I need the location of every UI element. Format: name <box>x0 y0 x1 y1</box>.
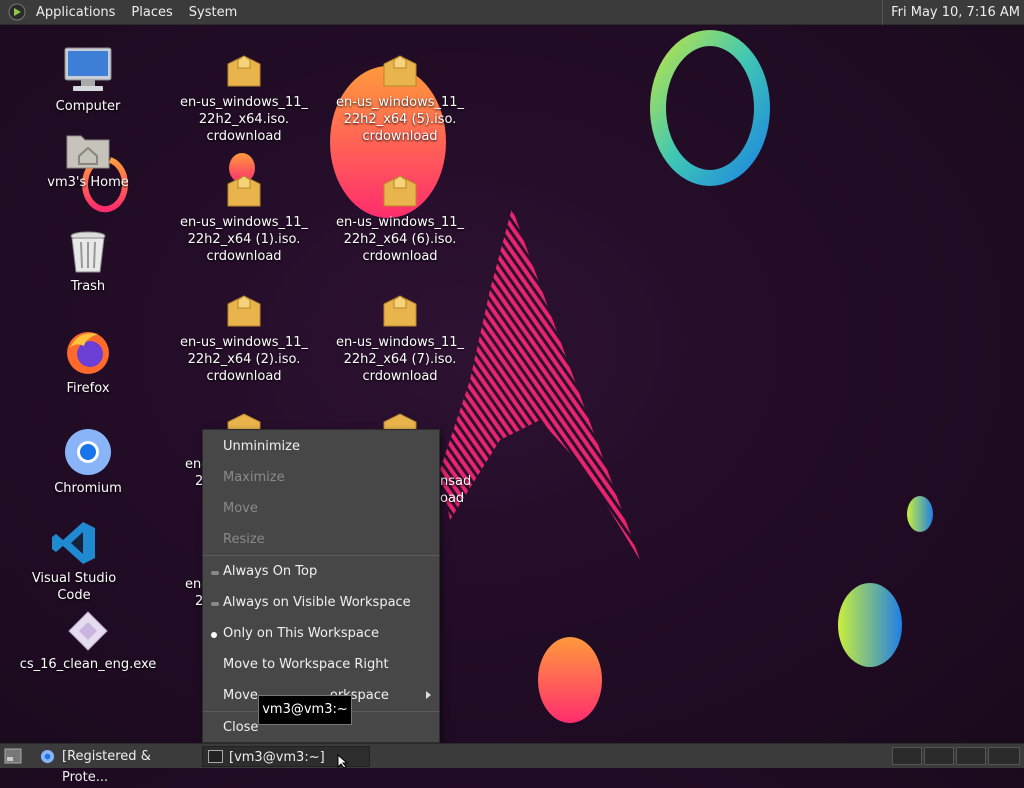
menu-item-move: Move <box>203 494 439 524</box>
desktop-icon-label: Visual Studio Code <box>31 571 117 603</box>
toggle-off-indicator-icon <box>211 571 219 575</box>
trash-icon <box>70 231 106 273</box>
places-menu[interactable]: Places <box>123 0 180 25</box>
home-folder-icon <box>66 135 110 169</box>
show-desktop-icon[interactable] <box>4 748 22 764</box>
file-name-line: 22h2_x64 (5).iso. <box>343 112 457 127</box>
desktop-file-crdownload[interactable]: en-us_windows_11_ 22h2_x64 (5).iso. crdo… <box>332 52 468 145</box>
taskbar-tooltip: vm3@vm3:~ <box>258 695 352 725</box>
taskbar-button-label: [vm3@vm3:~] <box>229 750 325 765</box>
vscode-icon <box>52 522 95 564</box>
file-name-line: 22h2_x64.iso. <box>198 112 290 127</box>
toggle-off-indicator-icon <box>211 602 219 606</box>
menu-item-always-on-visible-workspace[interactable]: Always on Visible Workspace <box>203 588 439 618</box>
package-icon <box>383 55 417 87</box>
menu-item-label: Close <box>223 720 259 735</box>
package-icon <box>227 175 261 207</box>
menu-item-label: Unminimize <box>223 439 300 454</box>
package-icon <box>227 55 261 87</box>
file-name-line: crdownload <box>362 369 438 384</box>
menu-item-always-on-top[interactable]: Always On Top <box>203 557 439 587</box>
desktop-icon-computer[interactable]: Computer <box>38 46 138 115</box>
desktop-icon-label: Computer <box>55 99 121 114</box>
desktop-icon-vscode[interactable]: Visual Studio Code <box>14 520 134 604</box>
menu-item-label: Move to Workspace Right <box>223 657 389 672</box>
workspace-4[interactable] <box>988 747 1020 765</box>
menu-item-resize: Resize <box>203 525 439 555</box>
chromium-icon <box>65 429 111 475</box>
top-panel: Applications Places System Fri May 10, 7… <box>0 0 1024 25</box>
menu-item-label: Resize <box>223 532 265 547</box>
package-icon <box>227 295 261 327</box>
file-name-line: crdownload <box>206 369 282 384</box>
file-name-line: en-us_windows_11_ <box>179 95 309 110</box>
menu-item-label: Always On Top <box>223 564 318 579</box>
menu-item-label: Maximize <box>223 470 285 485</box>
terminal-icon <box>208 750 223 763</box>
firefox-icon <box>67 332 109 374</box>
mouse-cursor-icon <box>337 754 349 768</box>
file-name-line: 22h2_x64 (1).iso. <box>187 232 301 247</box>
desktop-icon-label: vm3's Home <box>47 175 129 190</box>
desktop-file-crdownload[interactable]: en-us_windows_11_ 22h2_x64 (2).iso. crdo… <box>176 292 312 385</box>
taskbar-button-label: [Registered & Prote... <box>62 749 151 785</box>
desktop-file-crdownload[interactable]: en-us_windows_11_ 22h2_x64.iso. crdownlo… <box>176 52 312 145</box>
file-name-line: crdownload <box>206 249 282 264</box>
menu-item-unminimize[interactable]: Unminimize <box>203 432 439 462</box>
taskbar-button-browser[interactable]: [Registered & Prote... <box>36 746 200 785</box>
exe-file-icon <box>68 611 108 651</box>
partial-file-label: nsad <box>440 474 472 489</box>
file-name-line: crdownload <box>362 129 438 144</box>
applications-menu[interactable]: Applications <box>28 0 123 25</box>
menu-item-label: Always on Visible Workspace <box>223 595 411 610</box>
desktop-file-crdownload[interactable]: en-us_windows_11_ 22h2_x64 (7).iso. crdo… <box>332 292 468 385</box>
desktop-icon-label: Trash <box>70 279 106 294</box>
desktop-icon-label: Firefox <box>66 381 110 396</box>
menu-item-move-to-workspace-right[interactable]: Move to Workspace Right <box>203 650 439 680</box>
desktop-icon-home[interactable]: vm3's Home <box>38 130 138 191</box>
workspace-2[interactable] <box>924 747 954 765</box>
clock[interactable]: Fri May 10, 7:16 AM <box>882 0 1020 25</box>
package-icon <box>383 175 417 207</box>
computer-icon <box>64 47 112 91</box>
file-name-line: 22h2_x64 (2).iso. <box>187 352 301 367</box>
menu-separator <box>203 555 439 556</box>
distro-logo-icon[interactable] <box>8 3 26 21</box>
desktop-icon-chromium[interactable]: Chromium <box>38 428 138 497</box>
file-name-line: en-us_windows_11_ <box>179 335 309 350</box>
desktop-file-crdownload[interactable]: en-us_windows_11_ 22h2_x64 (6).iso. crdo… <box>332 172 468 265</box>
file-name-line: crdownload <box>206 129 282 144</box>
file-name-line: en-us_windows_11_ <box>179 215 309 230</box>
menu-item-only-on-this-workspace[interactable]: Only on This Workspace <box>203 619 439 649</box>
chromium-icon <box>40 749 55 764</box>
desktop-icon-trash[interactable]: Trash <box>38 230 138 295</box>
file-name-line: en-us_windows_11_ <box>335 95 465 110</box>
submenu-arrow-icon <box>426 691 431 699</box>
package-icon <box>383 413 417 430</box>
desktop-icon-label: Chromium <box>54 481 122 496</box>
desktop-icon-firefox[interactable]: Firefox <box>38 328 138 397</box>
file-name-line: crdownload <box>362 249 438 264</box>
file-name-line: 22h2_x64 (6).iso. <box>343 232 457 247</box>
desktop-icon-label: cs_16_clean_eng.exe <box>19 657 157 672</box>
file-name-line: 22h2_x64 (7).iso. <box>343 352 457 367</box>
package-icon <box>227 413 261 430</box>
menu-item-label: Move <box>223 688 258 703</box>
workspace-1[interactable] <box>892 747 922 765</box>
menu-item-label: Move <box>223 501 258 516</box>
menu-item-maximize: Maximize <box>203 463 439 493</box>
bottom-panel: [Registered & Prote... [vm3@vm3:~] <box>0 743 1024 785</box>
menu-item-label: Only on This Workspace <box>223 626 379 641</box>
file-name-line: en-us_windows_11_ <box>335 335 465 350</box>
package-icon <box>383 295 417 327</box>
desktop-file-crdownload[interactable]: en-us_windows_11_ 22h2_x64 (1).iso. crdo… <box>176 172 312 265</box>
system-menu[interactable]: System <box>181 0 245 25</box>
desktop-icon-exe-file[interactable]: cs_16_clean_eng.exe <box>18 610 158 673</box>
partial-file-label: oad <box>440 491 465 506</box>
file-name-line: en-us_windows_11_ <box>335 215 465 230</box>
radio-selected-icon <box>211 632 217 638</box>
workspace-3[interactable] <box>956 747 986 765</box>
